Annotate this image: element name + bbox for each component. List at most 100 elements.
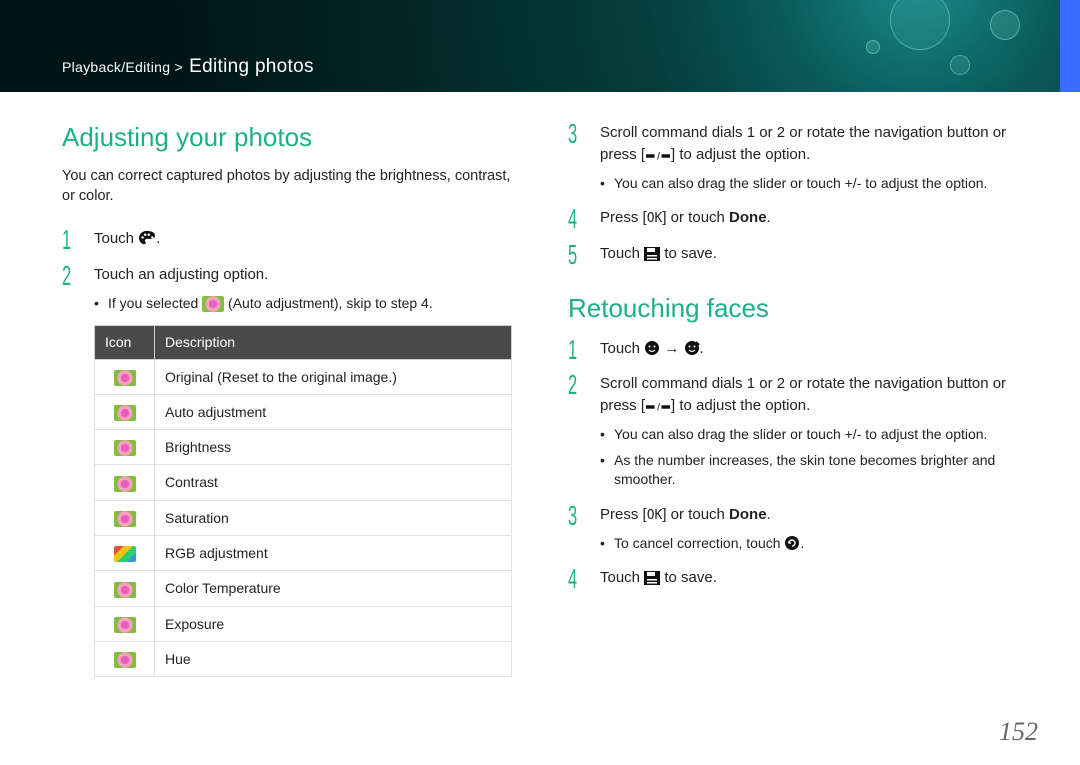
intro-text: You can correct captured photos by adjus… — [62, 167, 512, 206]
table-row: Contrast — [95, 465, 512, 500]
step-text: Press [ — [600, 506, 647, 523]
section-tab — [1060, 0, 1080, 92]
auto-adjust-icon — [202, 296, 224, 312]
breadcrumb-prefix: Playback/Editing > — [62, 59, 183, 75]
row-desc-cell: Color Temperature — [155, 571, 512, 606]
content-body: Adjusting your photos You can correct ca… — [0, 92, 1080, 691]
save-icon — [644, 571, 660, 585]
steps-adjusting: 1 Touch . 2 Touch an adjusting option. I… — [62, 228, 512, 677]
cancel-icon — [784, 535, 800, 551]
step-text: Touch — [600, 245, 644, 262]
done-label: Done — [729, 506, 767, 523]
step-text: Press [ — [600, 209, 647, 226]
breadcrumb: Playback/Editing > Editing photos — [62, 56, 314, 78]
step-sublist: You can also drag the slider or touch +/… — [600, 425, 1018, 490]
row-icon-cell — [95, 571, 155, 606]
sub-item: You can also drag the slider or touch +/… — [600, 425, 1018, 445]
page: Playback/Editing > Editing photos Adjust… — [0, 0, 1080, 765]
step-number: 5 — [568, 235, 577, 275]
step-number: 1 — [62, 220, 71, 260]
right-column: 3 Scroll command dials 1 or 2 or rotate … — [568, 122, 1018, 691]
step-sublist: If you selected (Auto adjustment), skip … — [94, 294, 512, 314]
step-text: . — [767, 506, 771, 523]
step-1: 1 Touch . — [62, 228, 512, 250]
step-4: 4 Press [OK] or touch Done. — [568, 207, 1018, 229]
row-icon-cell — [95, 394, 155, 429]
step-text: Touch — [94, 230, 138, 247]
face-icon — [644, 340, 660, 356]
step-number: 4 — [568, 559, 577, 599]
th-description: Description — [155, 326, 512, 359]
decoration — [950, 55, 970, 75]
thumbnail-icon — [114, 617, 136, 633]
step-2: 2 Scroll command dials 1 or 2 or rotate … — [568, 373, 1018, 489]
thumbnail-icon — [114, 476, 136, 492]
row-icon-cell — [95, 430, 155, 465]
step-number: 2 — [568, 365, 577, 405]
save-icon — [644, 247, 660, 261]
sub-item: To cancel correction, touch . — [600, 534, 1018, 554]
table-row: Auto adjustment — [95, 394, 512, 429]
step-number: 2 — [62, 256, 71, 296]
decoration — [866, 40, 880, 54]
arrow: → — [660, 340, 683, 357]
heading-adjusting: Adjusting your photos — [62, 122, 512, 153]
thumbnail-icon — [114, 511, 136, 527]
step-number: 1 — [568, 330, 577, 370]
sub-text: If you selected — [108, 295, 202, 311]
step-text: to save. — [660, 245, 717, 262]
sub-item: If you selected (Auto adjustment), skip … — [94, 294, 512, 314]
sub-text: (Auto adjustment), skip to step 4. — [224, 295, 433, 311]
updown-icon: / — [645, 150, 671, 162]
step-text: ] or touch — [662, 506, 729, 523]
sub-item: As the number increases, the skin tone b… — [600, 451, 1018, 490]
thumbnail-icon — [114, 405, 136, 421]
breadcrumb-title: Editing photos — [189, 56, 314, 77]
decoration — [990, 10, 1020, 40]
step-text: Touch — [600, 340, 644, 357]
step-3: 3 Scroll command dials 1 or 2 or rotate … — [568, 122, 1018, 193]
step-text: . — [767, 209, 771, 226]
sub-text: . — [800, 535, 804, 551]
table-row: Exposure — [95, 606, 512, 641]
ok-icon: OK — [647, 507, 663, 526]
header-band: Playback/Editing > Editing photos — [0, 0, 1080, 92]
row-desc-cell: RGB adjustment — [155, 536, 512, 571]
step-5: 5 Touch to save. — [568, 243, 1018, 265]
row-desc-cell: Brightness — [155, 430, 512, 465]
table-row: Brightness — [95, 430, 512, 465]
step-text: ] to adjust the option. — [671, 397, 810, 414]
table-row: RGB adjustment — [95, 536, 512, 571]
thumbnail-icon — [114, 582, 136, 598]
sub-text: To cancel correction, touch — [614, 535, 784, 551]
row-icon-cell — [95, 641, 155, 676]
thumbnail-icon — [114, 652, 136, 668]
icon-table: Icon Description Original (Reset to the … — [94, 325, 512, 677]
page-number: 152 — [999, 717, 1038, 747]
row-desc-cell: Auto adjustment — [155, 394, 512, 429]
step-text: to save. — [660, 569, 717, 586]
left-column: Adjusting your photos You can correct ca… — [62, 122, 512, 691]
palette-icon — [138, 230, 156, 246]
row-icon-cell — [95, 500, 155, 535]
done-label: Done — [729, 209, 767, 226]
row-icon-cell — [95, 465, 155, 500]
row-desc-cell: Saturation — [155, 500, 512, 535]
row-icon-cell — [95, 606, 155, 641]
thumbnail-icon — [114, 440, 136, 456]
step-number: 3 — [568, 496, 577, 536]
step-number: 3 — [568, 114, 577, 154]
decoration — [890, 0, 950, 50]
step-2: 2 Touch an adjusting option. If you sele… — [62, 264, 512, 677]
table-row: Original (Reset to the original image.) — [95, 359, 512, 394]
ok-icon: OK — [647, 210, 663, 229]
sub-item: You can also drag the slider or touch +/… — [600, 174, 1018, 194]
step-number: 4 — [568, 199, 577, 239]
table-row: Color Temperature — [95, 571, 512, 606]
row-icon-cell — [95, 536, 155, 571]
row-desc-cell: Contrast — [155, 465, 512, 500]
svg-text:/: / — [657, 151, 660, 162]
step-text: ] or touch — [662, 209, 729, 226]
heading-retouching: Retouching faces — [568, 293, 1018, 324]
step-text: Touch an adjusting option. — [94, 266, 268, 283]
